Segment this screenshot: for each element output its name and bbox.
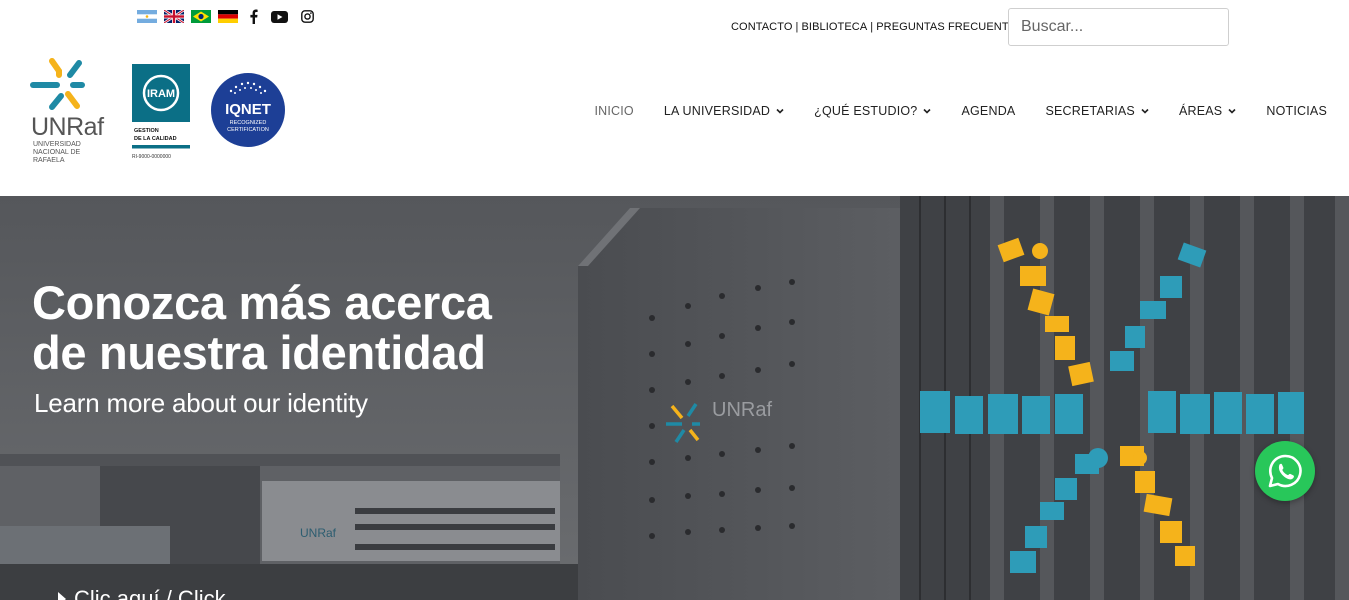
building-sign: UNRaf — [712, 399, 772, 421]
nav-secretarias-label: SECRETARIAS — [1045, 104, 1135, 118]
nav-areas-label: ÁREAS — [1178, 104, 1223, 118]
nav-inicio[interactable]: INICIO — [594, 104, 633, 118]
hero-subtitle: Learn more about our identity — [34, 388, 368, 418]
nav-que-estudio-label: ¿QUÉ ESTUDIO? — [814, 104, 918, 118]
link-separator: | — [870, 21, 874, 33]
iram-logo[interactable]: IRAM GESTION DE LA CALIDAD RI-9000-00000… — [130, 63, 192, 163]
whatsapp-button[interactable] — [1255, 441, 1315, 501]
nav-areas[interactable]: ÁREAS — [1179, 104, 1236, 118]
hero-cta-label: Clic aquí / Click — [74, 586, 226, 600]
iqnet-logo-sub-2: CERTIFICATION — [227, 127, 269, 133]
hero-cta-link[interactable]: Clic aquí / Click — [58, 586, 226, 600]
chevron-down-icon — [923, 108, 932, 114]
hero-title-line-1: Conozca más acerca — [32, 276, 492, 329]
unraf-logo[interactable]: UNRaf UNIVERSIDAD NACIONAL DE RAFAELA — [30, 58, 118, 166]
preguntas-frecuentes-link[interactable]: PREGUNTAS FRECUENTES — [876, 21, 1023, 33]
iram-logo-sub-1: GESTION — [134, 128, 159, 134]
search-input[interactable] — [1008, 8, 1229, 46]
unraf-logo-sub-2: NACIONAL DE — [33, 149, 81, 156]
nav-noticias[interactable]: NOTICIAS — [1266, 104, 1327, 118]
contacto-link[interactable]: CONTACTO — [731, 21, 793, 33]
nav-agenda-label: AGENDA — [961, 104, 1016, 118]
iram-logo-name: IRAM — [147, 88, 175, 100]
nav-agenda[interactable]: AGENDA — [961, 104, 1015, 118]
top-links: CONTACTO | BIBLIOTECA | PREGUNTAS FRECUENTES — [731, 21, 1024, 33]
unraf-star-icon — [30, 58, 85, 110]
nav-noticias-label: NOTICIAS — [1266, 104, 1327, 118]
germany-flag[interactable] — [218, 10, 238, 23]
uk-flag[interactable] — [164, 10, 184, 23]
instagram-icon[interactable] — [301, 10, 314, 23]
youtube-icon[interactable] — [271, 10, 288, 23]
unraf-logo-sub-1: UNIVERSIDAD — [33, 141, 81, 148]
argentina-flag[interactable] — [137, 10, 157, 23]
play-arrow-icon — [58, 592, 66, 600]
iqnet-logo-name: IQNET — [225, 101, 271, 118]
facebook-icon[interactable] — [249, 9, 258, 24]
biblioteca-link[interactable]: BIBLIOTECA — [801, 21, 867, 33]
social-links — [249, 9, 314, 24]
nav-la-universidad[interactable]: LA UNIVERSIDAD — [664, 104, 784, 118]
iram-logo-sub-2: DE LA CALIDAD — [134, 136, 177, 142]
chevron-down-icon — [776, 108, 784, 114]
nav-la-universidad-label: LA UNIVERSIDAD — [663, 104, 771, 118]
iqnet-logo[interactable]: IQNET RECOGNIZED CERTIFICATION — [209, 71, 287, 149]
unraf-logo-sub-3: RAFAELA — [33, 157, 65, 164]
small-building-sign: UNRaf — [300, 526, 337, 540]
nav-que-estudio[interactable]: ¿QUÉ ESTUDIO? — [814, 104, 932, 118]
unraf-logo-name: UNRaf — [31, 113, 104, 141]
brazil-flag[interactable] — [191, 10, 211, 23]
language-flags — [137, 9, 314, 24]
chevron-down-icon — [1141, 108, 1149, 114]
iqnet-logo-sub-1: RECOGNIZED — [230, 120, 267, 126]
iram-logo-code: RI-9000-0000000 — [132, 154, 171, 160]
whatsapp-icon — [1268, 454, 1302, 488]
nav-inicio-label: INICIO — [594, 104, 634, 118]
hero-title: Conozca más acerca de nuestra identidad — [32, 278, 492, 378]
hero-title-line-2: de nuestra identidad — [32, 326, 486, 379]
main-nav: INICIO LA UNIVERSIDAD ¿QUÉ ESTUDIO? AGEN… — [564, 104, 1327, 118]
hero-slider[interactable]: UNRaf UNRaf Conozca más acerca de nuestr… — [0, 196, 1349, 600]
chevron-down-icon — [1228, 108, 1236, 114]
nav-secretarias[interactable]: SECRETARIAS — [1045, 104, 1149, 118]
